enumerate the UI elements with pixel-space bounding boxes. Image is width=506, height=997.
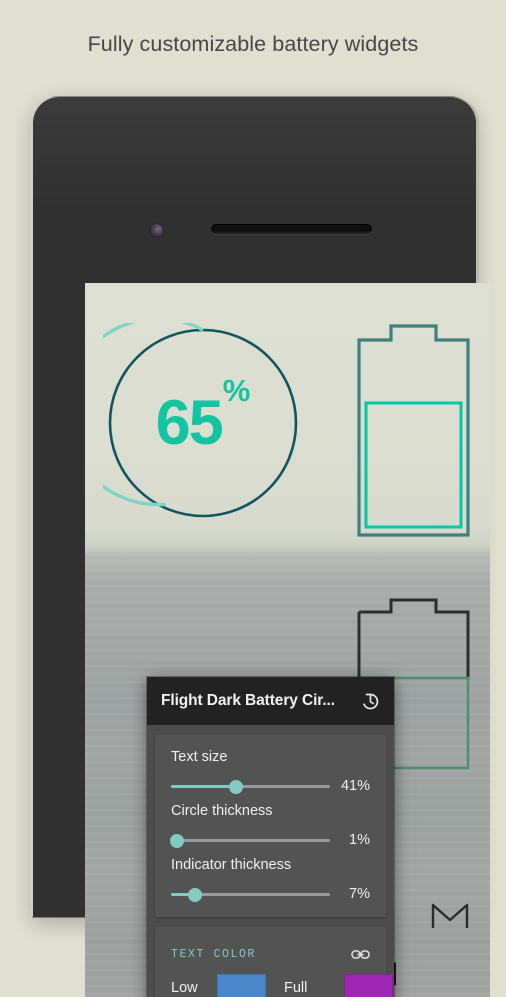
color-low-label: Low — [171, 979, 198, 996]
slider-row-text-size: Text size 41% — [155, 743, 386, 797]
color-row: Low Full — [171, 974, 393, 997]
dialog-titlebar: Flight Dark Battery Cir... — [147, 677, 394, 725]
link-glyph — [350, 949, 370, 959]
slider-value: 41% — [340, 778, 370, 794]
percent-number: 65 — [155, 387, 224, 458]
slider-track — [171, 839, 330, 842]
slider-row-circle-thickness: Circle thickness 1% — [155, 797, 386, 851]
slider-label: Text size — [171, 749, 228, 765]
history-restore-glyph — [362, 693, 378, 709]
link-icon[interactable] — [348, 944, 372, 964]
slider-label: Circle thickness — [171, 803, 273, 819]
rect-battery-widget-teal[interactable] — [356, 323, 471, 538]
slider-track-area[interactable] — [170, 831, 330, 849]
dock-item-gmail[interactable] — [430, 901, 470, 936]
sliders-card: Text size 41% Circle thickness 1% Indica… — [155, 735, 386, 917]
color-swatch-full[interactable] — [344, 974, 393, 997]
gmail-icon — [431, 903, 469, 928]
slider-thumb[interactable] — [229, 779, 244, 794]
battery-outline-icon — [357, 324, 470, 537]
promo-headline: Fully customizable battery widgets — [87, 32, 419, 56]
color-full-label: Full — [284, 979, 308, 996]
slider-thumb[interactable] — [170, 833, 185, 848]
camera-lens-icon — [150, 224, 163, 237]
colors-card: TEXT COLOR Low Full — [155, 927, 393, 997]
slider-control[interactable]: 1% — [170, 831, 374, 849]
speaker-grille-icon — [211, 224, 372, 234]
color-swatch-low[interactable] — [217, 974, 266, 997]
color-section-text: TEXT COLOR Low Full — [155, 935, 393, 997]
slider-label: Indicator thickness — [171, 857, 292, 873]
circle-percent-readout: 65 % — [103, 323, 303, 523]
slider-track-area[interactable] — [171, 885, 330, 903]
widget-settings-dialog: Flight Dark Battery Cir... Text size 41%… — [147, 677, 394, 997]
percent-sign: % — [222, 373, 251, 408]
circle-battery-widget[interactable]: 65 % — [85, 316, 303, 523]
slider-value: 1% — [349, 832, 370, 848]
phone-screen: 65 % Flight Dark Battery Cir... Text siz… — [85, 283, 490, 997]
slider-track-area[interactable] — [171, 777, 330, 795]
slider-control[interactable]: 41% — [171, 777, 374, 795]
history-restore-icon[interactable] — [356, 687, 384, 715]
slider-control[interactable]: 7% — [171, 885, 374, 903]
phone-device-frame: 65 % Flight Dark Battery Cir... Text siz… — [33, 97, 490, 997]
slider-thumb[interactable] — [187, 887, 202, 902]
color-section-title: TEXT COLOR — [171, 947, 257, 961]
slider-row-indicator-thickness: Indicator thickness 7% — [155, 851, 386, 905]
dialog-title: Flight Dark Battery Cir... — [161, 692, 335, 709]
slider-fill — [171, 785, 237, 788]
color-section-header: TEXT COLOR — [171, 944, 376, 964]
